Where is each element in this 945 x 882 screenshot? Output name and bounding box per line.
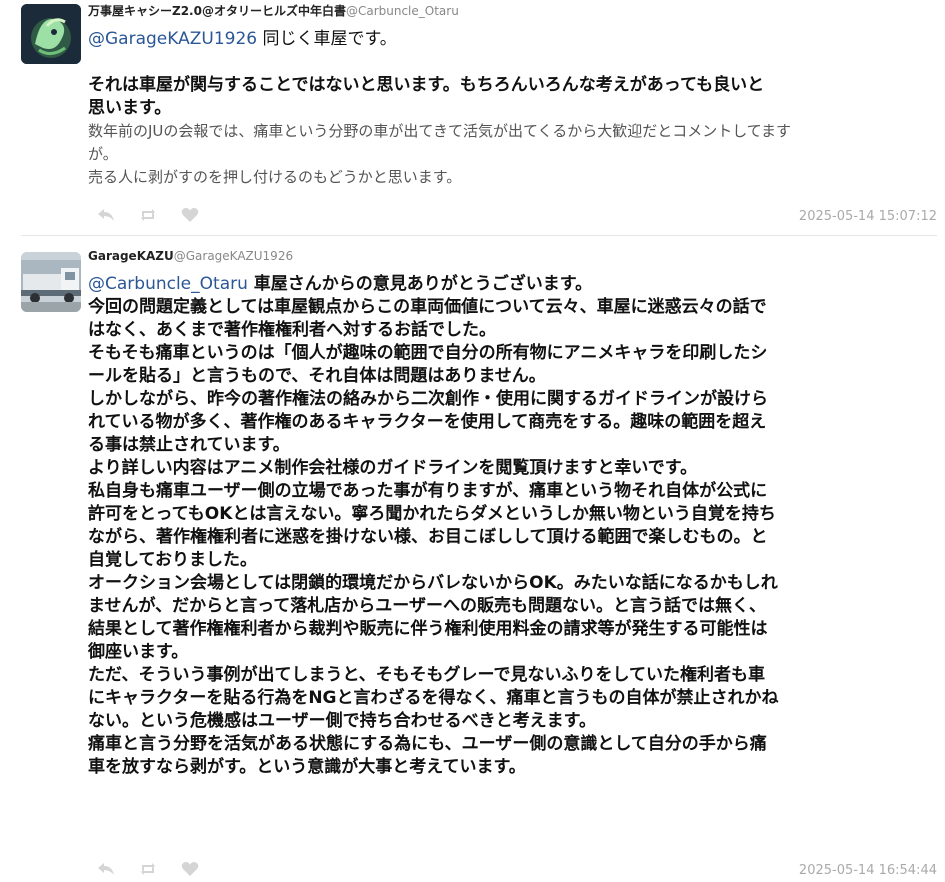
display-name[interactable]: 万事屋キャシーZ2.0@オタリーヒルズ中年白書	[88, 4, 346, 18]
heart-icon[interactable]	[180, 861, 200, 877]
post-line: 数年前のJUの会報では、痛車という分野の車が出てきて活気が出てくるから大歓迎だと…	[88, 122, 792, 140]
post-divider	[21, 235, 937, 236]
post-line: 今回の問題定義としては車屋観点からこの車両価値について云々、車屋に迷惑云々の話で	[88, 297, 767, 317]
post-line: 売る人に剥がすのを押し付けるのもどうかと思います。	[88, 168, 462, 186]
status-post-1: 万事屋キャシーZ2.0@オタリーヒルズ中年白書@Carbuncle_Otaru …	[0, 0, 945, 236]
post-line: 私自身も痛車ユーザー側の立場であった事が有りますが、痛車という物それ自体が公式に	[88, 481, 768, 501]
post-line: そもそも痛車というのは「個人が趣味の範囲で自分の所有物にアニメキャラを印刷したシ	[88, 343, 768, 363]
heart-icon[interactable]	[180, 207, 200, 223]
avatar[interactable]	[21, 252, 81, 312]
post-line: 御座います。	[88, 642, 189, 662]
post-actions	[96, 861, 200, 877]
post-line: にキャラクターを貼る行為をNGと言わざるを得なく、痛車と言うもの自体が禁止されか…	[88, 688, 779, 708]
account-handle[interactable]: @GarageKAZU1926	[174, 249, 293, 263]
post-line: オークション会場としては閉鎖的環境だからバレないからOK。みたいな話になるかもし…	[88, 573, 778, 593]
boost-icon[interactable]	[138, 861, 158, 877]
avatar[interactable]	[21, 4, 81, 64]
account-handle[interactable]: @Carbuncle_Otaru	[346, 4, 459, 18]
post-line: ながら、著作権権利者に迷惑を掛けない様、お目こぼしして頂ける範囲で楽しむもの。と	[88, 527, 768, 547]
post-line: ただ、そういう事例が出てしまうと、そもそもグレーで見ないふりをしていた権利者も車	[88, 665, 765, 685]
post-line: 痛車と言う分野を活気がある状態にする為にも、ユーザー側の意識として自分の手から痛	[88, 734, 767, 754]
reply-icon[interactable]	[96, 861, 116, 877]
post-line: 思います。	[88, 98, 172, 118]
post-line: ない。という危機感はユーザー側で持ち合わせるべきと考えます。	[88, 711, 596, 731]
post-line: 結果として著作権権利者から裁判や販売に伴う権利使用料金の請求等が発生する可能性は	[88, 619, 768, 639]
status-post-2: GarageKAZU@GarageKAZU1926 @Carbuncle_Ota…	[0, 240, 945, 882]
post-content: @GarageKAZU1926 同じく車屋です。 それは車屋が関与することではな…	[88, 28, 936, 189]
post-header: GarageKAZU@GarageKAZU1926	[88, 249, 293, 263]
post-header: 万事屋キャシーZ2.0@オタリーヒルズ中年白書@Carbuncle_Otaru	[88, 2, 459, 19]
post-line: 許可をとってもOKとは言えない。寧ろ聞かれたらダメというしか無い物という自覚を持…	[88, 504, 776, 524]
boost-icon[interactable]	[138, 207, 158, 223]
post-content: @Carbuncle_Otaru 車屋さんからの意見ありがとうございます。 今回…	[88, 273, 936, 779]
post-line: より詳しい内容はアニメ制作会社様のガイドラインを閲覧頂けますと幸いです。	[88, 458, 698, 478]
post-actions	[96, 207, 200, 223]
post-line: ールを貼る」と言うもので、それ自体は問題はありません。	[88, 366, 546, 386]
post-line: はなく、あくまで著作権権利者へ対するお話でした。	[88, 320, 496, 340]
mention-link[interactable]: @Carbuncle_Otaru	[88, 274, 248, 294]
post-line: が。	[88, 145, 118, 163]
post-text: 同じく車屋です。	[262, 29, 397, 49]
post-line: 車を放すなら剥がす。という意識が大事と考えています。	[88, 757, 526, 777]
post-timestamp[interactable]: 2025-05-14 16:54:44	[799, 863, 937, 878]
post-line: ませんが、だからと言って落札店からユーザーへの販売も問題ない。と言う話では無く、	[88, 596, 766, 616]
post-line: 自覚しておりました。	[88, 550, 257, 570]
display-name[interactable]: GarageKAZU	[88, 249, 174, 263]
post-text: 車屋さんからの意見ありがとうございます。	[253, 274, 593, 294]
reply-icon[interactable]	[96, 207, 116, 223]
post-line: @GarageKAZU1926 同じく車屋です。	[88, 28, 936, 51]
post-line: る事は禁止されています。	[88, 435, 290, 455]
post-line: @Carbuncle_Otaru 車屋さんからの意見ありがとうございます。	[88, 273, 936, 296]
post-timestamp[interactable]: 2025-05-14 15:07:12	[799, 209, 937, 224]
post-line: それは車屋が関与することではないと思います。もちろんいろんな考えがあっても良いと	[88, 75, 765, 95]
post-line: れている物が多く、著作権のあるキャラクターを使用して商売をする。趣味の範囲を超え	[88, 412, 767, 432]
post-line: しかしながら、昨今の著作権法の絡みから二次創作・使用に関するガイドラインが設けら	[88, 389, 768, 409]
mention-link[interactable]: @GarageKAZU1926	[88, 29, 257, 49]
